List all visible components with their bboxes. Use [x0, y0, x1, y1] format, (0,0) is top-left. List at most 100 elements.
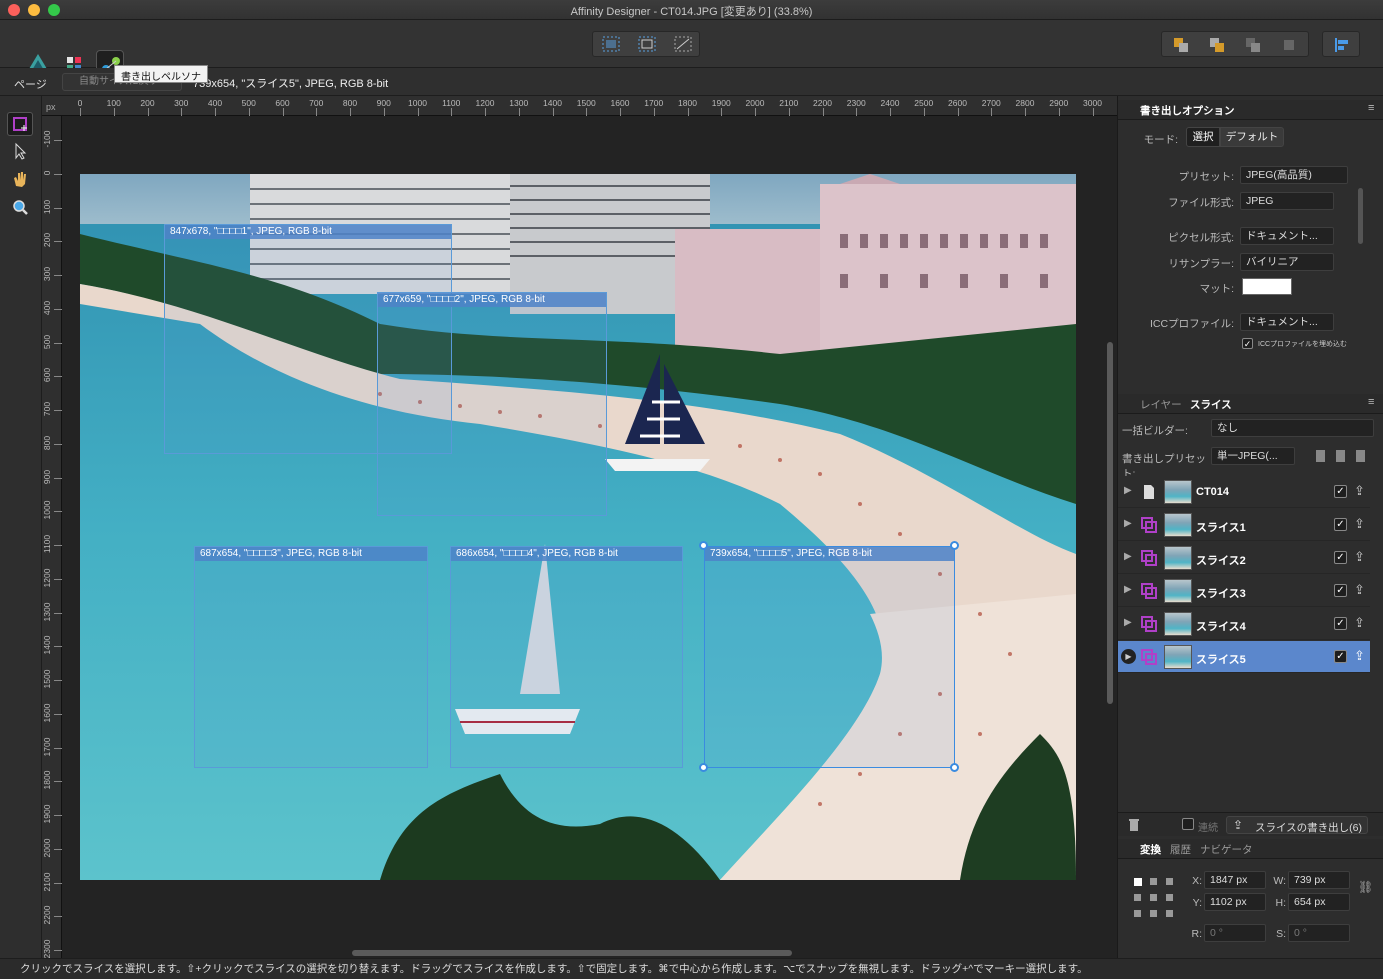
pixel-format-select[interactable]: ドキュメント... — [1240, 227, 1334, 245]
hand-tool[interactable] — [7, 168, 33, 192]
x-field[interactable]: 1847 px — [1204, 871, 1266, 889]
export-options-scrollbar[interactable] — [1358, 188, 1363, 244]
slice-export-checkbox[interactable]: ✓ — [1334, 551, 1347, 564]
h-label: H: — [1275, 897, 1287, 909]
tab-layers[interactable]: レイヤー — [1140, 397, 1182, 412]
tab-transform[interactable]: 変換 — [1140, 842, 1161, 857]
matte-swatch[interactable] — [1242, 278, 1292, 295]
panel-menu-icon[interactable]: ≡ — [1368, 102, 1374, 114]
mode-select-button[interactable]: 選択 — [1186, 127, 1220, 147]
trash-icon[interactable] — [1128, 818, 1140, 832]
resampler-select[interactable]: バイリニア — [1240, 253, 1334, 271]
slice-export-checkbox[interactable]: ✓ — [1334, 485, 1347, 498]
slice-4-overlay[interactable]: 686x654, "□□□□4", JPEG, RGB 8-bit — [450, 546, 683, 768]
paste-icon[interactable] — [1336, 450, 1345, 462]
persona-tooltip: 書き出しペルソナ — [114, 65, 208, 83]
mode-default-button[interactable]: デフォルト — [1220, 127, 1284, 147]
slice-thumbnail — [1164, 480, 1192, 504]
ruler-tick-label: 100 — [42, 199, 52, 214]
icc-profile-select[interactable]: ドキュメント... — [1240, 313, 1334, 331]
slice-thumbnail — [1164, 513, 1192, 537]
slice-thumbnail — [1164, 546, 1192, 570]
batch-builder-select[interactable]: なし — [1211, 419, 1374, 437]
retina-view-icon[interactable] — [637, 35, 657, 53]
slice-tool[interactable] — [7, 112, 33, 136]
ruler-tick — [991, 108, 993, 116]
tab-slices[interactable]: スライス — [1190, 397, 1232, 412]
pixel-view-icon[interactable] — [601, 35, 621, 53]
resize-handle-tr[interactable] — [950, 541, 959, 550]
export-slice-icon[interactable]: ⇪ — [1354, 615, 1365, 631]
slice-3-overlay[interactable]: 687x654, "□□□□3", JPEG, RGB 8-bit — [194, 546, 428, 768]
canvas[interactable]: 847x678, "□□□□1", JPEG, RGB 8-bit 677x65… — [62, 116, 1117, 958]
slice-export-checkbox[interactable]: ✓ — [1334, 650, 1347, 663]
slice-row-2[interactable]: ▶ スライス2 ✓ ⇪ — [1118, 542, 1370, 574]
continuous-checkbox[interactable] — [1182, 818, 1194, 830]
copy-icon[interactable] — [1316, 450, 1325, 462]
shear-field[interactable]: 0 ° — [1288, 924, 1350, 942]
slice-row-ct014[interactable]: ▶ CT014 ✓ ⇪ — [1118, 476, 1370, 508]
status-bar: クリックでスライスを選択します。⇧+クリックでスライスの選択を切り替えます。ドラ… — [0, 958, 1383, 979]
expand-arrow-icon[interactable]: ▶ — [1124, 485, 1132, 496]
w-field[interactable]: 739 px — [1288, 871, 1350, 889]
slice-export-checkbox[interactable]: ✓ — [1334, 518, 1347, 531]
slice-row-3[interactable]: ▶ スライス3 ✓ ⇪ — [1118, 575, 1370, 607]
link-proportions-icon[interactable]: ⛓ — [1358, 880, 1373, 894]
rotation-field[interactable]: 0 ° — [1204, 924, 1266, 942]
slices-panel-menu-icon[interactable]: ≡ — [1368, 396, 1374, 408]
embed-icc-checkbox[interactable]: ✓ — [1242, 338, 1253, 349]
slice-row-1[interactable]: ▶ スライス1 ✓ ⇪ — [1118, 509, 1370, 541]
slice-row-5[interactable]: ▶ スライス5 ✓ ⇪ — [1118, 641, 1370, 673]
tools-panel — [0, 96, 42, 958]
export-slice-icon[interactable]: ⇪ — [1354, 549, 1365, 565]
expand-arrow-icon[interactable]: ▶ — [1124, 617, 1132, 628]
format-select[interactable]: JPEG — [1240, 192, 1334, 210]
horizontal-scrollbar[interactable] — [352, 950, 792, 956]
export-slice-icon[interactable]: ⇪ — [1354, 582, 1365, 598]
anchor-point-selector[interactable] — [1132, 876, 1176, 920]
ruler-tick — [54, 308, 62, 310]
slice-name: CT014 — [1196, 486, 1230, 498]
ruler-tick-label: 700 — [309, 98, 324, 108]
y-field[interactable]: 1102 px — [1204, 893, 1266, 911]
vertical-scrollbar[interactable] — [1107, 342, 1113, 704]
h-field[interactable]: 654 px — [1288, 893, 1350, 911]
slice-selection-tool[interactable] — [7, 140, 33, 164]
send-to-back-icon[interactable] — [1280, 36, 1298, 54]
export-slice-icon[interactable]: ⇪ — [1354, 648, 1365, 664]
tab-history[interactable]: 履歴 — [1170, 842, 1191, 857]
resize-handle-tl[interactable] — [699, 541, 708, 550]
outline-view-icon[interactable] — [673, 35, 693, 53]
ruler-tick — [54, 207, 62, 209]
slice-5-overlay[interactable]: 739x654, "□□□□5", JPEG, RGB 8-bit — [704, 546, 955, 768]
add-preset-icon[interactable] — [1356, 450, 1365, 462]
ruler-tick — [54, 781, 62, 783]
resize-handle-br[interactable] — [950, 763, 959, 772]
export-slice-icon[interactable]: ⇪ — [1354, 516, 1365, 532]
export-slices-button[interactable]: ⇪ スライスの書き出し(6) — [1226, 816, 1368, 834]
zoom-tool[interactable] — [7, 196, 33, 220]
bring-to-front-icon[interactable] — [1172, 36, 1190, 54]
bring-forward-icon[interactable] — [1208, 36, 1226, 54]
export-preset-select[interactable]: 単一JPEG(... — [1211, 447, 1295, 465]
preset-select[interactable]: JPEG(高品質) — [1240, 166, 1348, 184]
expand-arrow-icon[interactable]: ▶ — [1124, 584, 1132, 595]
resize-handle-bl[interactable] — [699, 763, 708, 772]
right-panels: 書き出しオプション ≡ モード: 選択 デフォルト プリセット: JPEG(高品… — [1117, 96, 1383, 958]
slice-export-checkbox[interactable]: ✓ — [1334, 584, 1347, 597]
ruler-tick — [54, 443, 62, 445]
send-backward-icon[interactable] — [1244, 36, 1262, 54]
slice-2-overlay[interactable]: 677x659, "□□□□2", JPEG, RGB 8-bit — [377, 292, 607, 516]
ruler-tick — [451, 108, 453, 116]
tab-navigator[interactable]: ナビゲータ — [1200, 842, 1253, 857]
expand-arrow-icon[interactable]: ▶ — [1124, 518, 1132, 529]
tab-export-options[interactable]: 書き出しオプション — [1140, 103, 1235, 118]
export-slice-icon[interactable]: ⇪ — [1354, 483, 1365, 499]
expand-arrow-icon[interactable]: ▶ — [1124, 551, 1132, 562]
slice-export-checkbox[interactable]: ✓ — [1334, 617, 1347, 630]
slice-name: スライス4 — [1196, 621, 1246, 633]
align-button[interactable] — [1322, 31, 1360, 57]
slice-row-4[interactable]: ▶ スライス4 ✓ ⇪ — [1118, 608, 1370, 640]
expand-arrow-icon[interactable]: ▶ — [1121, 649, 1136, 664]
ruler-tick — [856, 108, 858, 116]
